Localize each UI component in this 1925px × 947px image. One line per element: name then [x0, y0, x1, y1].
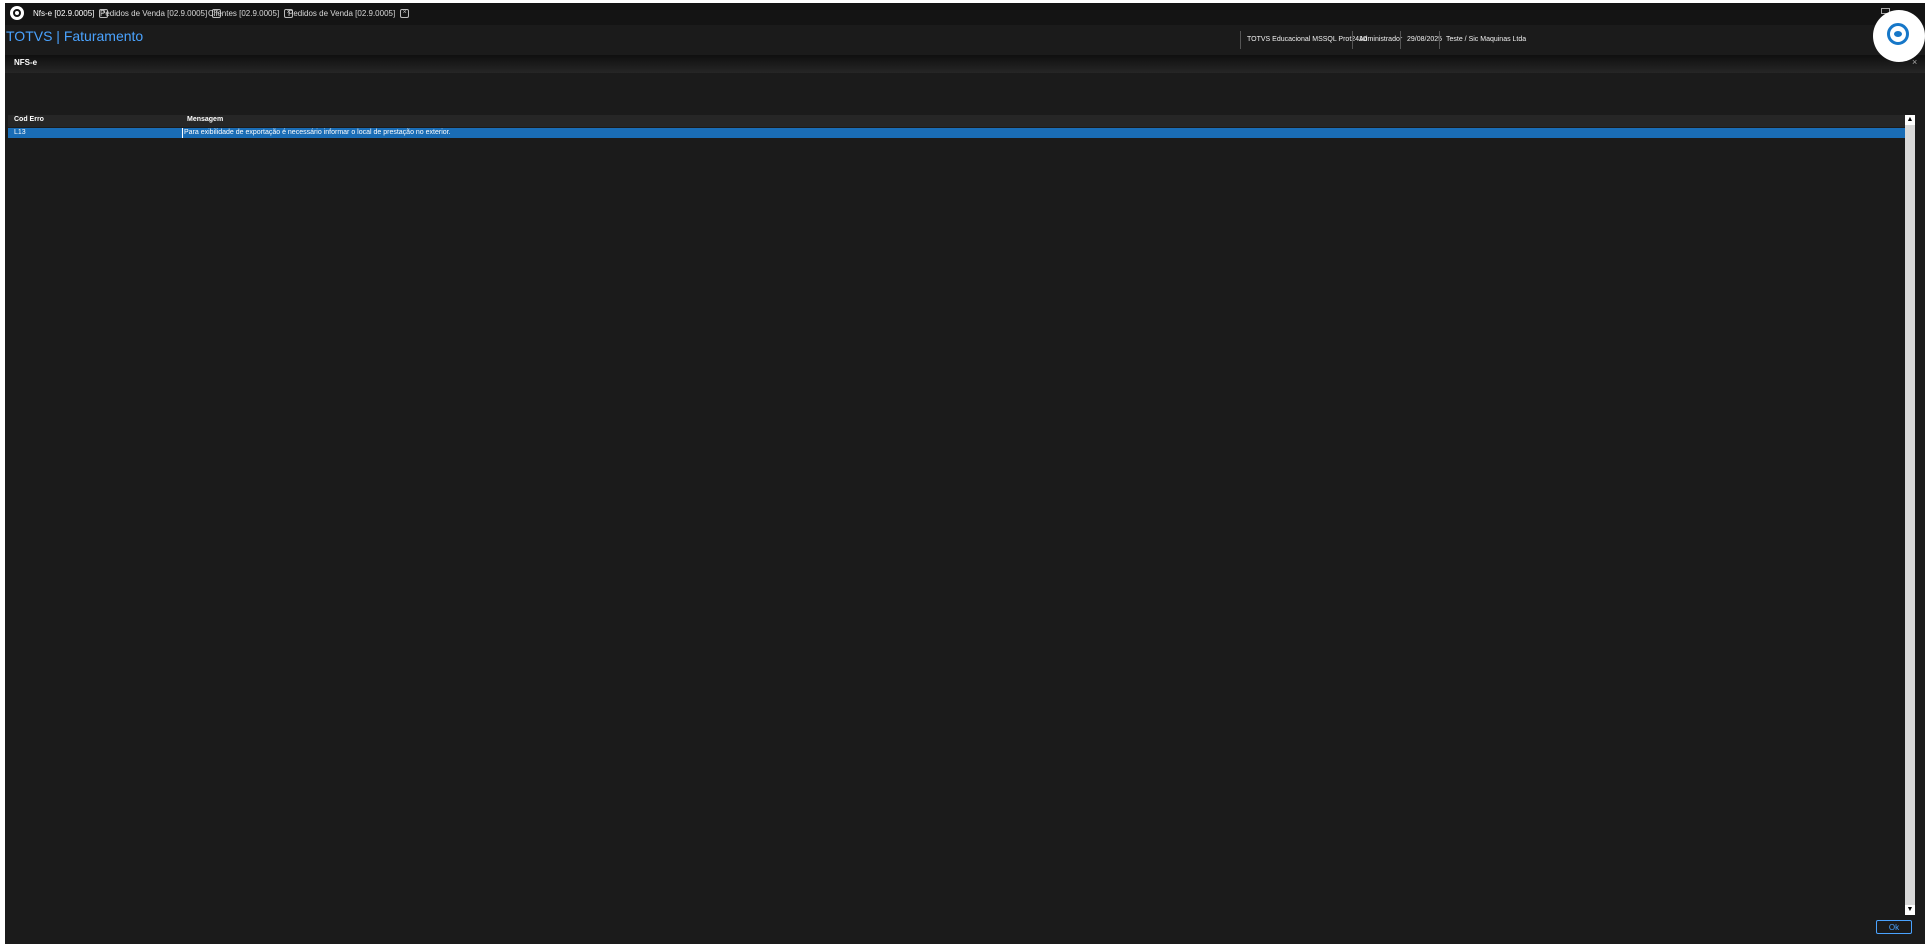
tab-pedidos-de-venda-2[interactable]: Pedidos de Venda [02.9.0005] ×: [288, 3, 410, 25]
tab-bar: Nfs-e [02.9.0005] × Pedidos de Venda [02.…: [5, 3, 1925, 25]
tab-pedidos-de-venda[interactable]: Pedidos de Venda [02.9.0005] ×: [100, 3, 222, 25]
user-label: Administrador: [1352, 31, 1402, 49]
totvs-logo-icon[interactable]: [10, 6, 24, 20]
tab-label: Pedidos de Venda [02.9.0005]: [288, 9, 396, 18]
app-window: Nfs-e [02.9.0005] × Pedidos de Venda [02.…: [5, 3, 1925, 944]
close-icon[interactable]: ×: [1912, 57, 1917, 67]
environment-label: TOTVS Educacional MSSQL Prot2410: [1240, 31, 1367, 49]
close-icon[interactable]: ×: [400, 9, 410, 19]
tab-clientes[interactable]: Clientes [02.9.0005] ×: [208, 3, 294, 25]
tab-label: Clientes [02.9.0005]: [208, 9, 280, 18]
error-grid: Cod Erro Mensagem L13 Para exibilidade d…: [8, 115, 1905, 915]
company-label: Teste / Sic Maquinas Ltda: [1439, 31, 1526, 49]
tab-nfse[interactable]: Nfs-e [02.9.0005] ×: [33, 3, 109, 25]
vertical-scrollbar[interactable]: ▲ ▼: [1905, 115, 1915, 915]
scroll-down-icon[interactable]: ▼: [1905, 905, 1915, 915]
column-header-mensagem[interactable]: Mensagem: [187, 116, 223, 123]
assistant-icon[interactable]: [1873, 10, 1925, 62]
ok-button[interactable]: Ok: [1876, 920, 1912, 934]
cell-mensagem: Para exibilidade de exportação é necessá…: [182, 128, 451, 138]
table-row[interactable]: L13 Para exibilidade de exportação é nec…: [8, 128, 1905, 138]
tab-label: Pedidos de Venda [02.9.0005]: [100, 9, 208, 18]
chat-bubble-icon: [1887, 23, 1909, 45]
column-header-cod-erro[interactable]: Cod Erro: [14, 116, 44, 123]
app-title: TOTVS | Faturamento: [6, 28, 144, 44]
date-label: 29/08/2025: [1400, 31, 1442, 49]
app-header: TOTVS | Faturamento TOTVS Educacional MS…: [5, 25, 1925, 55]
dialog-title-bar: NFS-e ×: [5, 55, 1925, 73]
cell-cod-erro: L13: [14, 129, 26, 136]
tab-label: Nfs-e [02.9.0005]: [33, 9, 95, 18]
dialog-title: NFS-e: [14, 58, 38, 67]
scroll-up-icon[interactable]: ▲: [1905, 115, 1915, 125]
grid-header: Cod Erro Mensagem: [8, 115, 1905, 127]
